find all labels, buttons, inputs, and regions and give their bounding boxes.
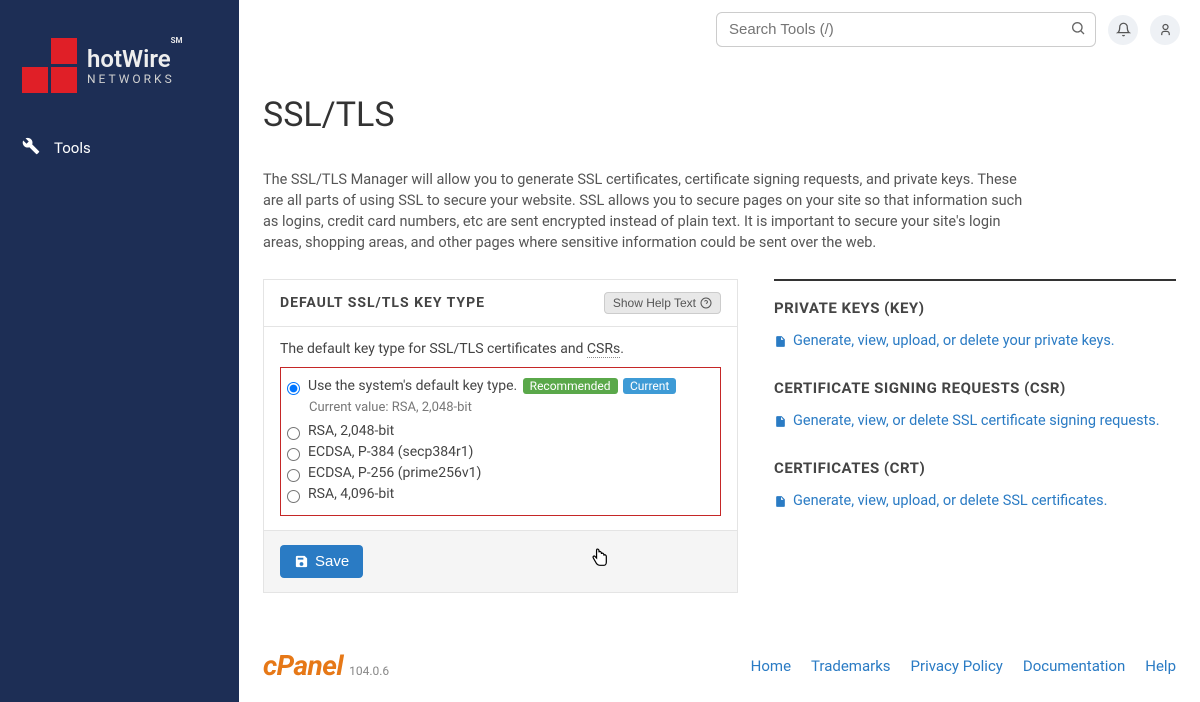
document-icon — [774, 334, 787, 353]
section-title-keys: PRIVATE KEYS (KEY) — [774, 299, 1176, 317]
radio-system-default[interactable] — [287, 382, 300, 395]
columns: DEFAULT SSL/TLS KEY TYPE Show Help Text … — [263, 279, 1176, 593]
section-title-csr: CERTIFICATE SIGNING REQUESTS (CSR) — [774, 379, 1176, 397]
page-title: SSL/TLS — [263, 95, 1176, 135]
left-column: DEFAULT SSL/TLS KEY TYPE Show Help Text … — [263, 279, 738, 593]
help-icon — [700, 297, 712, 309]
cpanel-logo: cPanel 104.0.6 — [263, 649, 389, 682]
panel-body: The default key type for SSL/TLS certifi… — [264, 327, 737, 530]
link-private-keys[interactable]: Generate, view, upload, or delete your p… — [793, 331, 1115, 351]
save-button[interactable]: Save — [280, 545, 363, 578]
brand-text: hotWireSM NETWORKS — [87, 47, 183, 85]
cpanel-text: cPanel — [263, 649, 343, 682]
footer-link-help[interactable]: Help — [1145, 657, 1176, 675]
option-label: ECDSA, P-384 (secp384r1) — [308, 444, 714, 460]
search-wrap — [716, 12, 1096, 47]
options-highlight-box: Use the system's default key type. Recom… — [280, 367, 721, 516]
help-btn-label: Show Help Text — [613, 296, 696, 310]
brand-sm: SM — [171, 36, 183, 45]
link-crt[interactable]: Generate, view, upload, or delete SSL ce… — [793, 491, 1107, 511]
badge-recommended: Recommended — [523, 378, 618, 394]
show-help-button[interactable]: Show Help Text — [604, 292, 721, 314]
current-value-text: Current value: RSA, 2,048-bit — [309, 400, 714, 415]
page-description: The SSL/TLS Manager will allow you to ge… — [263, 169, 1023, 253]
wrench-icon — [22, 137, 40, 159]
radio-ecdsa-p384[interactable] — [287, 448, 300, 461]
footer-link-home[interactable]: Home — [751, 657, 791, 675]
option-label: RSA, 4,096-bit — [308, 486, 714, 502]
option-ecdsa-p256[interactable]: ECDSA, P-256 (prime256v1) — [287, 463, 714, 484]
right-column: PRIVATE KEYS (KEY) Generate, view, uploa… — [774, 279, 1176, 593]
link-row: Generate, view, or delete SSL certificat… — [774, 411, 1176, 433]
save-label: Save — [315, 553, 349, 570]
user-button[interactable] — [1150, 15, 1180, 45]
panel-desc: The default key type for SSL/TLS certifi… — [280, 341, 721, 357]
sidebar-item-tools[interactable]: Tools — [0, 123, 239, 173]
brand-icon — [22, 38, 77, 93]
radio-rsa-4096[interactable] — [287, 490, 300, 503]
brand-logo: hotWireSM NETWORKS — [0, 0, 239, 123]
radio-rsa-2048[interactable] — [287, 427, 300, 440]
sidebar: hotWireSM NETWORKS Tools — [0, 0, 239, 702]
footer-link-trademarks[interactable]: Trademarks — [811, 657, 891, 675]
panel-title: DEFAULT SSL/TLS KEY TYPE — [280, 295, 485, 311]
key-type-panel: DEFAULT SSL/TLS KEY TYPE Show Help Text … — [263, 279, 738, 593]
option-label: RSA, 2,048-bit — [308, 423, 714, 439]
option-ecdsa-p384[interactable]: ECDSA, P-384 (secp384r1) — [287, 442, 714, 463]
option-label: Use the system's default key type. — [308, 378, 517, 394]
footer: cPanel 104.0.6 Home Trademarks Privacy P… — [239, 635, 1200, 702]
content: SSL/TLS The SSL/TLS Manager will allow y… — [239, 59, 1200, 635]
footer-link-documentation[interactable]: Documentation — [1023, 657, 1125, 675]
sidebar-item-label: Tools — [54, 139, 91, 157]
option-rsa-4096[interactable]: RSA, 4,096-bit — [287, 484, 714, 505]
search-input[interactable] — [716, 12, 1096, 47]
link-row: Generate, view, upload, or delete your p… — [774, 331, 1176, 353]
section-title-crt: CERTIFICATES (CRT) — [774, 459, 1176, 477]
option-rsa-2048[interactable]: RSA, 2,048-bit — [287, 421, 714, 442]
notifications-button[interactable] — [1108, 15, 1138, 45]
document-icon — [774, 494, 787, 513]
badge-current: Current — [623, 378, 676, 394]
brand-sub: NETWORKS — [87, 73, 183, 85]
footer-link-privacy[interactable]: Privacy Policy — [911, 657, 1003, 675]
document-icon — [774, 414, 787, 433]
link-csr[interactable]: Generate, view, or delete SSL certificat… — [793, 411, 1160, 431]
option-system-default[interactable]: Use the system's default key type. Recom… — [287, 376, 714, 397]
panel-footer: Save — [264, 530, 737, 592]
footer-links: Home Trademarks Privacy Policy Documenta… — [751, 657, 1176, 675]
main: SSL/TLS The SSL/TLS Manager will allow y… — [239, 0, 1200, 702]
brand-name: hotWire — [87, 45, 171, 73]
option-label: ECDSA, P-256 (prime256v1) — [308, 465, 714, 481]
cpanel-version: 104.0.6 — [349, 664, 389, 678]
radio-ecdsa-p256[interactable] — [287, 469, 300, 482]
search-icon[interactable] — [1070, 20, 1086, 40]
save-icon — [294, 554, 309, 569]
link-row: Generate, view, upload, or delete SSL ce… — [774, 491, 1176, 513]
panel-header: DEFAULT SSL/TLS KEY TYPE Show Help Text — [264, 280, 737, 327]
divider — [774, 279, 1176, 281]
topbar — [239, 0, 1200, 59]
